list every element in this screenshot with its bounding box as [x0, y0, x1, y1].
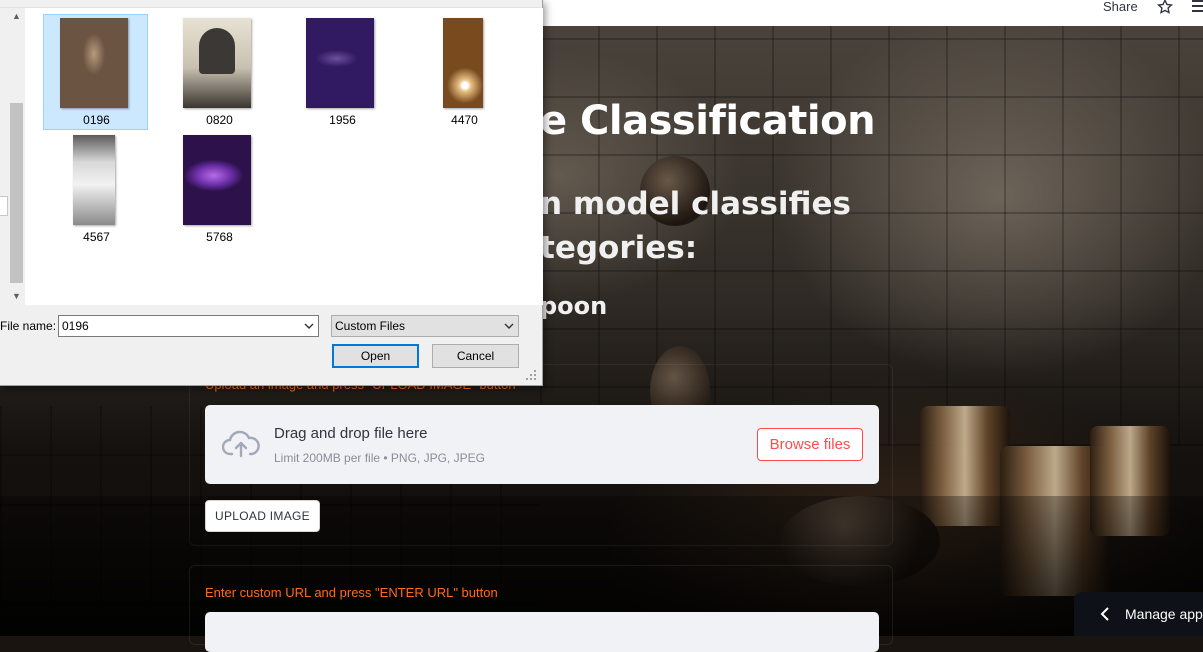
file-thumbnail: [60, 18, 128, 108]
hamburger-menu-icon[interactable]: [1192, 0, 1203, 12]
chevron-down-icon[interactable]: [504, 321, 514, 331]
manage-app-label: Manage app: [1125, 606, 1203, 622]
file-type-select[interactable]: Custom Files: [331, 315, 519, 337]
file-list: 0196 0820 1956 4470 4567 5768: [25, 8, 543, 305]
file-name: 4567: [83, 230, 110, 244]
dropzone-instruction: Drag and drop file here: [274, 425, 428, 442]
nav-pane-scrollbar[interactable]: ▲ ▼: [8, 8, 25, 305]
open-button[interactable]: Open: [332, 344, 419, 368]
manage-app-button[interactable]: Manage app: [1074, 592, 1203, 636]
dropzone-limit-text: Limit 200MB per file • PNG, JPG, JPEG: [274, 451, 485, 465]
file-item[interactable]: 1956: [289, 14, 394, 130]
cloud-upload-icon: [222, 430, 260, 458]
file-item[interactable]: 5768: [166, 131, 271, 247]
file-name: 1956: [329, 113, 356, 127]
subtitle-line: n model classifies: [540, 186, 851, 222]
nav-pane-item[interactable]: [0, 196, 8, 216]
star-icon[interactable]: [1156, 0, 1174, 16]
share-link[interactable]: Share: [1103, 0, 1138, 14]
page-title: e Classification: [540, 98, 876, 144]
file-dropzone[interactable]: Drag and drop file here Limit 200MB per …: [205, 405, 879, 484]
upload-image-button[interactable]: UPLOAD IMAGE: [205, 500, 320, 532]
file-thumbnail: [73, 135, 115, 225]
file-name-label: File name:: [0, 319, 57, 333]
file-thumbnail: [306, 18, 374, 108]
file-item[interactable]: 4470: [411, 14, 516, 130]
file-name: 5768: [206, 230, 233, 244]
scrollbar-thumb[interactable]: [10, 103, 23, 283]
browse-files-button[interactable]: Browse files: [757, 428, 863, 461]
category-item: poon: [540, 292, 608, 320]
file-item[interactable]: 4567: [43, 131, 148, 247]
dialog-top-strip: [0, 0, 540, 8]
file-name: 0196: [83, 113, 110, 127]
chevron-left-icon: [1100, 607, 1109, 621]
file-open-dialog: ▲ ▼ 0196 0820 1956 4470 4567 5768 File n…: [0, 0, 543, 386]
subtitle-line: tegories:: [540, 230, 698, 266]
file-thumbnail: [183, 18, 251, 108]
file-item[interactable]: 0196: [43, 14, 148, 130]
scroll-up-icon[interactable]: ▲: [8, 8, 25, 25]
resize-grip-icon[interactable]: [525, 369, 537, 381]
file-thumbnail: [183, 135, 251, 225]
chevron-down-icon[interactable]: [304, 321, 314, 331]
scroll-down-icon[interactable]: ▼: [8, 288, 25, 305]
url-hint-text: Enter custom URL and press "ENTER URL" b…: [205, 585, 498, 600]
file-thumbnail: [443, 18, 483, 108]
file-name: 4470: [451, 113, 478, 127]
page-subtitle: n model classifies tegories:: [540, 182, 851, 270]
cancel-button[interactable]: Cancel: [432, 344, 519, 368]
file-item[interactable]: 0820: [166, 14, 271, 130]
url-input[interactable]: [205, 612, 879, 652]
file-name: 0820: [206, 113, 233, 127]
file-name-input[interactable]: 0196: [58, 315, 319, 337]
